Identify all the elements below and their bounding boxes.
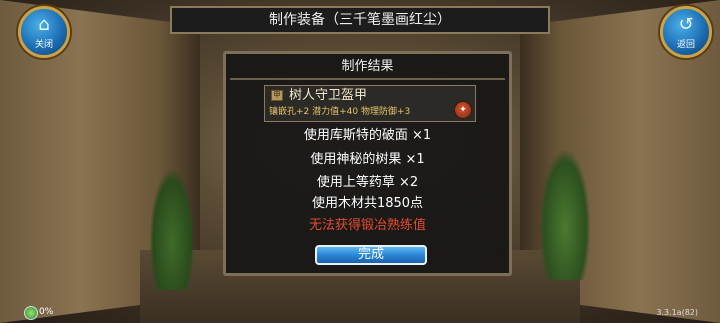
back-button[interactable]: ↺ 返回 bbox=[660, 6, 712, 58]
dialog-title: 制作结果 bbox=[341, 59, 394, 74]
crafted-item-card[interactable]: 甲 树人守卫盔甲 镶嵌孔+2 潜力值+40 物理防御+3 ✦ bbox=[264, 85, 476, 122]
network-icon bbox=[24, 306, 38, 320]
gem-badge-icon: ✦ bbox=[454, 101, 472, 119]
version-label: 3.3.1a(82) bbox=[656, 308, 698, 317]
done-button[interactable]: 完成 bbox=[315, 245, 427, 265]
window-title: 制作装备（三千笔墨画红尘） bbox=[170, 6, 550, 34]
material-line: 使用上等药草 ×2 bbox=[316, 175, 419, 190]
warning-text: 无法获得锻冶熟练值 bbox=[308, 218, 426, 233]
item-attributes: 镶嵌孔+2 潜力值+40 物理防御+3 bbox=[269, 107, 411, 117]
material-line: 使用神秘的树果 ×1 bbox=[310, 152, 425, 167]
dialog-divider bbox=[230, 78, 505, 80]
status-percent: 0% bbox=[39, 307, 54, 317]
material-line: 使用库斯特的破面 ×1 bbox=[303, 128, 432, 143]
back-button-label: 返回 bbox=[676, 40, 695, 50]
home-icon: ⌂ bbox=[38, 14, 50, 35]
close-button-label: 关闭 bbox=[34, 40, 53, 50]
craft-result-dialog: 制作结果 甲 树人守卫盔甲 镶嵌孔+2 潜力值+40 物理防御+3 ✦ 使用库斯… bbox=[223, 51, 512, 276]
plant-left bbox=[150, 170, 194, 290]
close-button[interactable]: ⌂ 关闭 bbox=[18, 6, 70, 58]
plant-right bbox=[540, 150, 590, 280]
back-icon: ↺ bbox=[678, 14, 694, 35]
item-name: 树人守卫盔甲 bbox=[289, 88, 368, 103]
armor-icon: 甲 bbox=[271, 90, 283, 101]
material-line: 使用木材共1850点 bbox=[311, 196, 424, 211]
